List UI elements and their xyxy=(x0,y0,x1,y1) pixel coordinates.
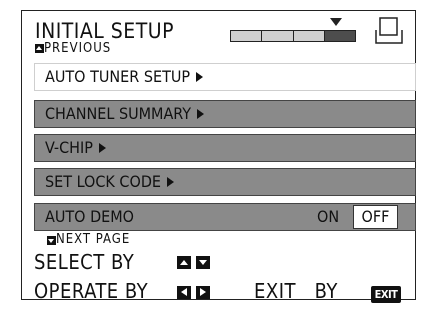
menu-item-label: AUTO DEMO xyxy=(45,207,134,226)
menu-item-label: CHANNEL SUMMARY xyxy=(45,104,192,123)
setup-menu-screen: INITIAL SETUP PREVIOUS AUTO TUNER SETUP … xyxy=(21,10,416,303)
menu-item-label: SET LOCK CODE xyxy=(45,172,161,191)
menu-item-v-chip[interactable]: V-CHIP xyxy=(34,134,416,162)
left-key-icon xyxy=(177,286,191,299)
previous-page-label[interactable]: PREVIOUS xyxy=(44,42,111,56)
submenu-arrow-icon xyxy=(98,143,106,153)
exit-instruction: EXIT BY xyxy=(254,279,338,303)
submenu-arrow-icon xyxy=(196,72,204,82)
page-progress-bar xyxy=(230,30,356,42)
progress-segment xyxy=(293,31,325,41)
tv-screen-icon xyxy=(375,17,403,44)
down-key-icon xyxy=(196,256,210,269)
right-key-icon xyxy=(196,286,210,299)
up-key-icon xyxy=(177,256,191,269)
operate-instruction: OPERATE BY xyxy=(34,279,149,303)
auto-demo-option-on[interactable]: ON xyxy=(317,204,339,230)
submenu-arrow-icon xyxy=(197,109,205,119)
menu-item-set-lock-code[interactable]: SET LOCK CODE xyxy=(34,168,416,196)
auto-demo-option-off[interactable]: OFF xyxy=(353,205,398,229)
menu-item-label: AUTO TUNER SETUP xyxy=(45,67,191,86)
progress-segment xyxy=(262,31,294,41)
next-arrow-icon xyxy=(47,236,56,245)
page-title: INITIAL SETUP xyxy=(35,19,175,43)
menu-item-auto-demo[interactable]: AUTO DEMO ON OFF xyxy=(34,203,416,231)
menu-item-channel-summary[interactable]: CHANNEL SUMMARY xyxy=(34,100,416,128)
exit-key-icon: EXIT xyxy=(371,286,401,303)
menu-item-label: V-CHIP xyxy=(45,138,93,157)
next-page-label[interactable]: NEXT PAGE xyxy=(56,233,130,247)
progress-segment-active xyxy=(324,31,355,41)
select-instruction: SELECT BY xyxy=(34,250,135,274)
progress-marker-icon xyxy=(330,18,342,26)
progress-segment xyxy=(231,31,263,41)
menu-item-auto-tuner-setup[interactable]: AUTO TUNER SETUP xyxy=(34,63,416,91)
previous-arrow-icon xyxy=(35,44,44,53)
submenu-arrow-icon xyxy=(167,177,174,187)
